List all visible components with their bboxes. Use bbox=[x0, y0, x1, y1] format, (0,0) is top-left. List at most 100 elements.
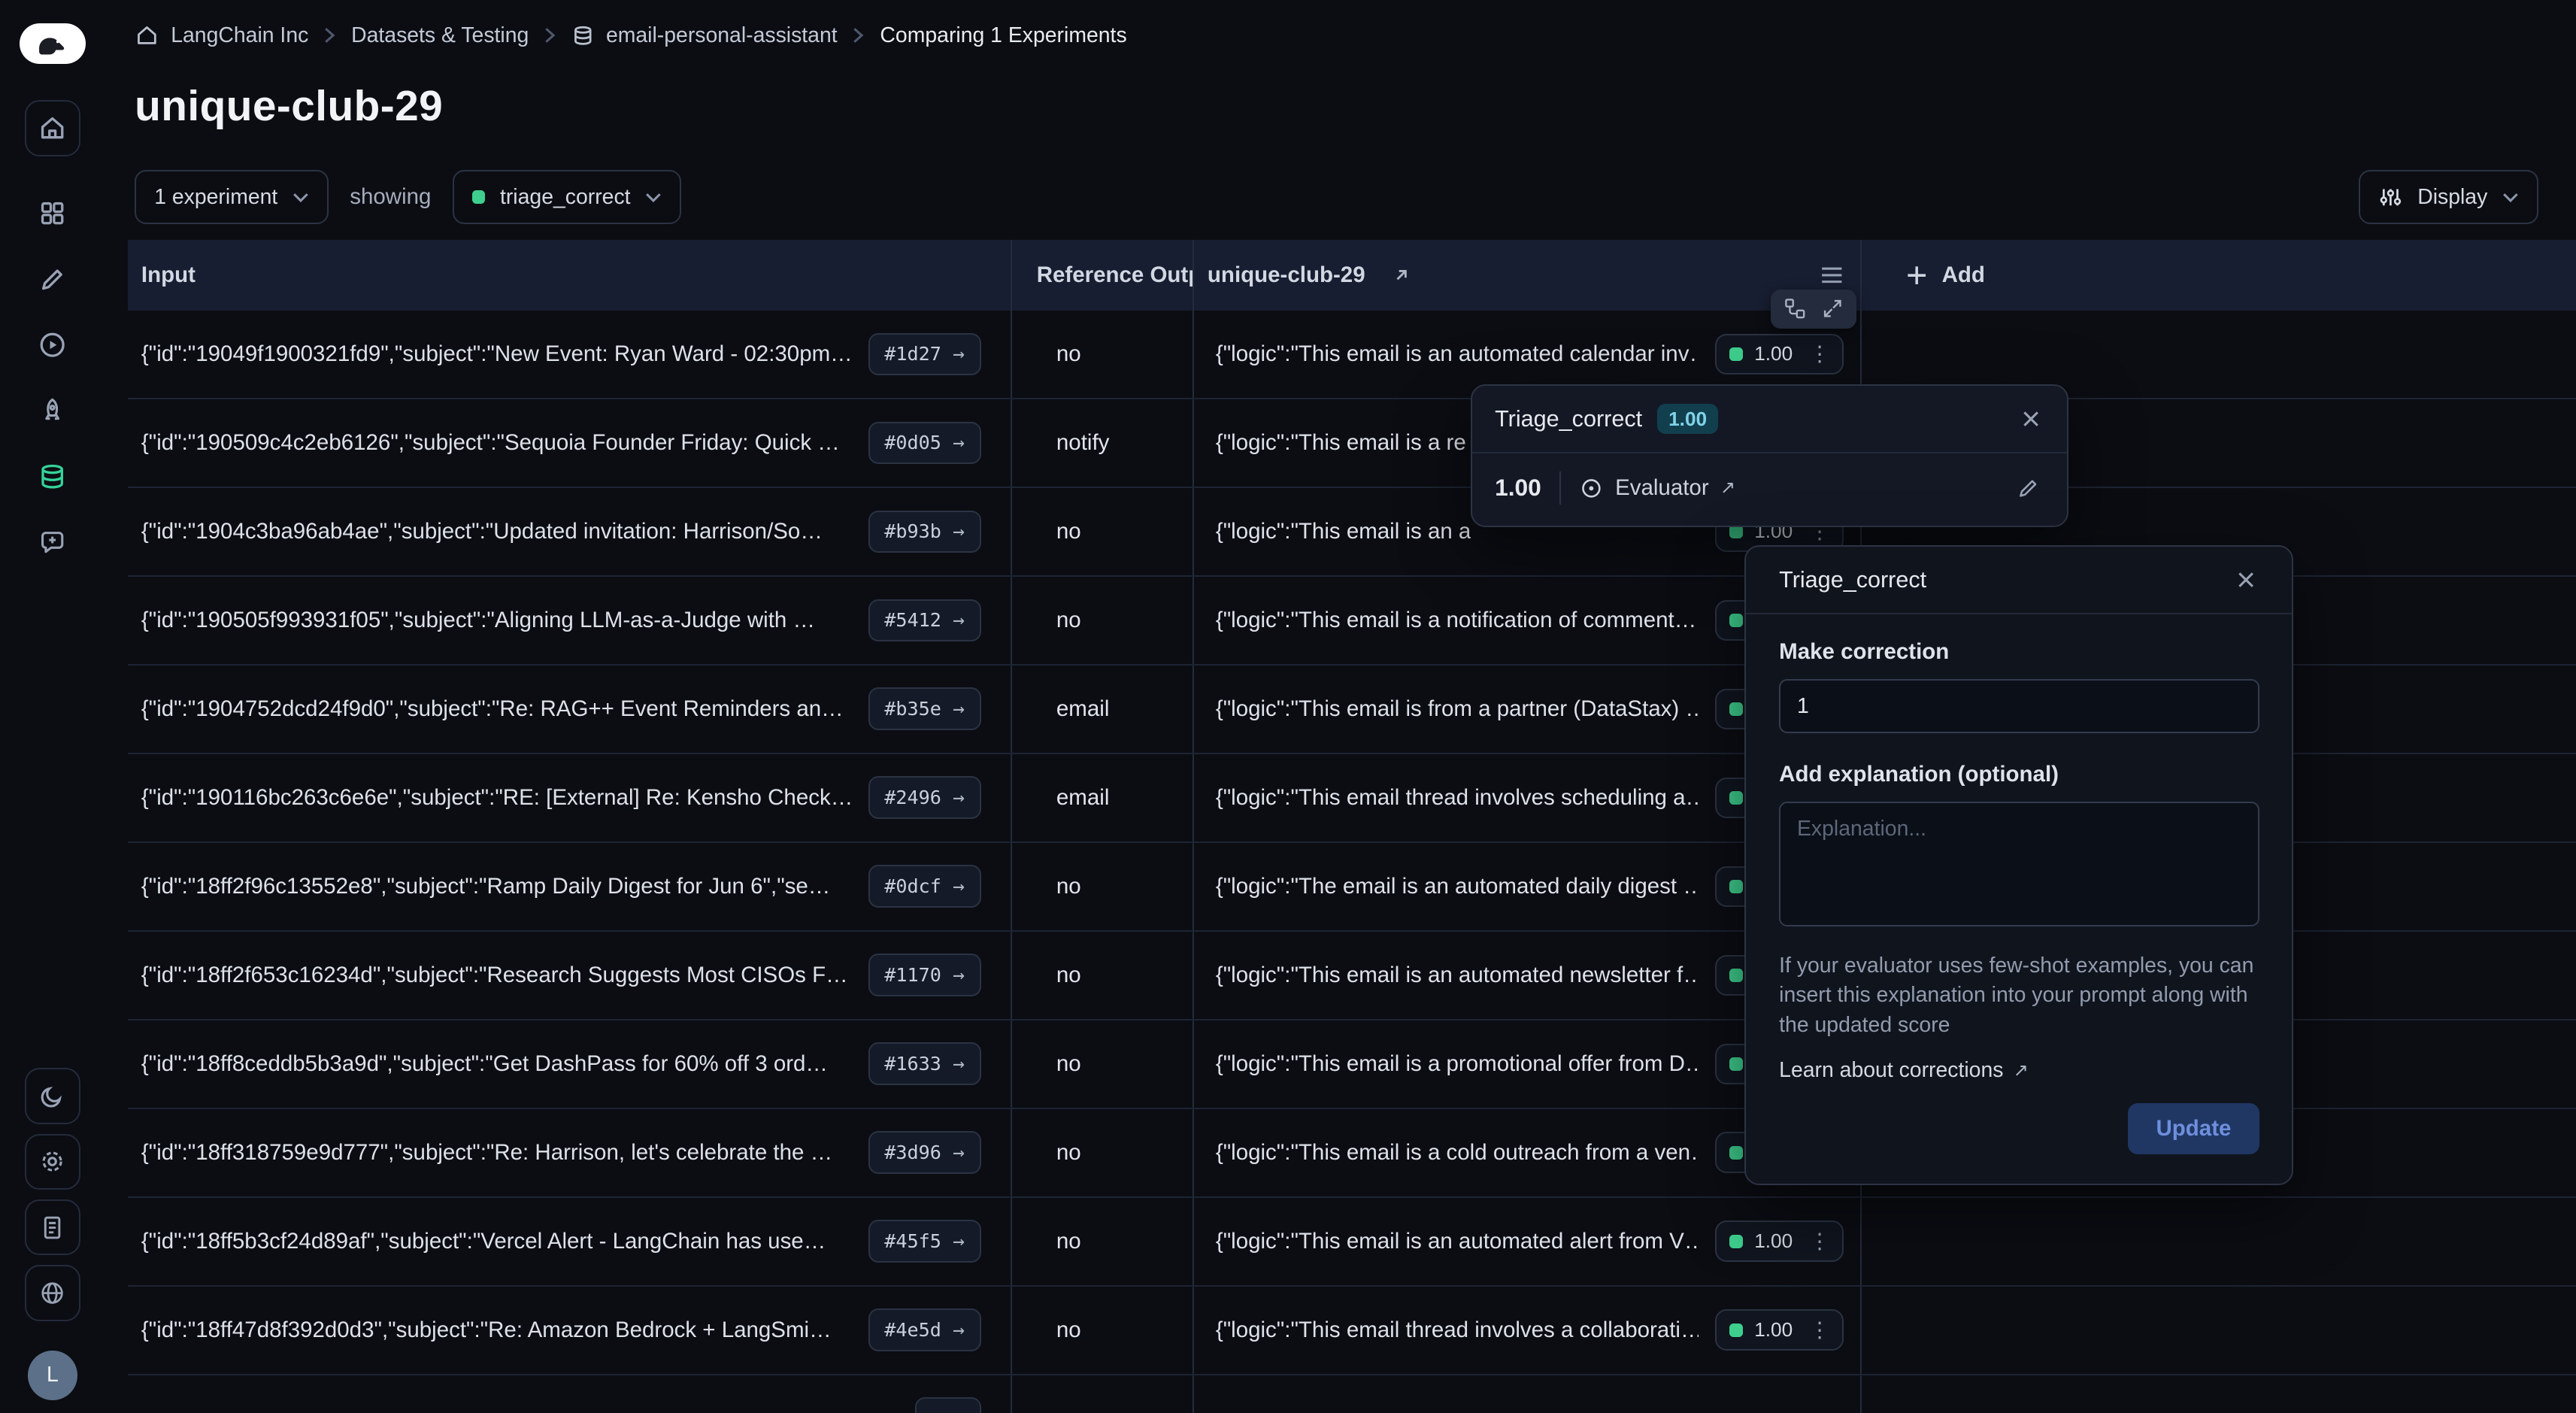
home-nav-button[interactable] bbox=[25, 100, 80, 156]
open-trace-icon[interactable] bbox=[1784, 297, 1807, 320]
table-row[interactable]: → ⋮ bbox=[128, 1375, 2576, 1413]
score-dot bbox=[1729, 880, 1742, 893]
row-id-badge[interactable]: #0d05→ bbox=[868, 422, 981, 465]
chevron-right-icon bbox=[544, 26, 556, 44]
evaluator-link[interactable]: Evaluator ↗ bbox=[1579, 475, 1735, 501]
database-icon bbox=[571, 24, 595, 47]
chevron-down-icon bbox=[645, 193, 662, 202]
row-id-badge[interactable]: #b35e→ bbox=[868, 687, 981, 730]
explanation-textarea[interactable] bbox=[1779, 802, 2259, 926]
row-id-badge[interactable]: #1170→ bbox=[868, 954, 981, 996]
kebab-menu-icon[interactable]: ⋮ bbox=[1805, 1320, 1835, 1341]
external-link-icon[interactable] bbox=[1393, 267, 1410, 284]
close-button[interactable] bbox=[2233, 567, 2259, 593]
empty-cell bbox=[1862, 1287, 2576, 1374]
close-icon bbox=[2021, 409, 2041, 429]
score-dot bbox=[1729, 347, 1742, 360]
input-cell: {"id":"190116bc263c6e6e","subject":"RE: … bbox=[128, 754, 1012, 841]
row-id-badge[interactable]: #b93b→ bbox=[868, 511, 981, 553]
arrow-right-icon: → bbox=[953, 1230, 965, 1253]
row-id-badge[interactable]: #1d27→ bbox=[868, 333, 981, 376]
expand-icon[interactable] bbox=[1821, 297, 1844, 320]
table-row[interactable]: {"id":"18ff5b3cf24d89af","subject":"Verc… bbox=[128, 1198, 2576, 1287]
arrow-right-icon: → bbox=[953, 1142, 965, 1164]
correction-popover-title: Triage_correct bbox=[1779, 567, 1926, 593]
row-id-badge[interactable]: #0dcf→ bbox=[868, 865, 981, 908]
kebab-menu-icon[interactable]: ⋮ bbox=[1805, 344, 1835, 365]
close-button[interactable] bbox=[2017, 406, 2044, 432]
empty-cell bbox=[1862, 1375, 2576, 1413]
table-row[interactable]: {"id":"19049f1900321fd9","subject":"New … bbox=[128, 311, 2576, 399]
kebab-menu-icon[interactable]: ⋮ bbox=[1805, 1231, 1835, 1252]
breadcrumb-datasets[interactable]: Datasets & Testing bbox=[351, 23, 529, 48]
langchain-logo-icon[interactable] bbox=[20, 23, 85, 65]
row-id-badge[interactable]: → bbox=[915, 1397, 980, 1413]
update-button[interactable]: Update bbox=[2128, 1103, 2259, 1154]
sidebar-bottom: L bbox=[25, 1068, 80, 1399]
score-dot bbox=[1729, 1324, 1742, 1336]
arrow-right-icon: → bbox=[953, 609, 965, 632]
score-pill[interactable]: 1.00 ⋮ bbox=[1715, 1309, 1844, 1351]
breadcrumb-org[interactable]: LangChain Inc bbox=[135, 23, 308, 48]
settings-button[interactable] bbox=[25, 1134, 80, 1190]
sidebar-nav bbox=[25, 186, 80, 570]
sidebar: L bbox=[0, 0, 105, 1413]
user-avatar[interactable]: L bbox=[28, 1351, 77, 1400]
input-cell-text: {"id":"18ff2f653c16234d","subject":"Rese… bbox=[141, 963, 848, 988]
feedback-selector[interactable]: triage_correct bbox=[453, 170, 681, 224]
reference-cell: no bbox=[1012, 1109, 1195, 1196]
page-title: unique-club-29 bbox=[135, 82, 443, 131]
score-popover-header: Triage_correct 1.00 bbox=[1472, 386, 2067, 453]
column-header-experiment[interactable]: unique-club-29 bbox=[1194, 240, 1861, 311]
row-id-badge[interactable]: #2496→ bbox=[868, 776, 981, 819]
score-dot bbox=[1729, 1146, 1742, 1159]
evaluator-icon bbox=[1579, 476, 1604, 501]
row-id-badge[interactable]: #1633→ bbox=[868, 1042, 981, 1085]
docs-button[interactable] bbox=[25, 1199, 80, 1255]
input-cell: {"id":"1904c3ba96ab4ae","subject":"Updat… bbox=[128, 488, 1012, 575]
web-button[interactable] bbox=[25, 1265, 80, 1321]
prompts-nav-button[interactable] bbox=[25, 514, 80, 570]
score-dot bbox=[1729, 791, 1742, 804]
score-value: 1.00 bbox=[1495, 474, 1541, 502]
display-button[interactable]: Display bbox=[2359, 170, 2538, 224]
experiment-selector[interactable]: 1 experiment bbox=[135, 170, 329, 224]
make-correction-label: Make correction bbox=[1779, 639, 2259, 665]
row-id-badge[interactable]: #5412→ bbox=[868, 599, 981, 642]
home-icon bbox=[135, 23, 159, 48]
theme-toggle-button[interactable] bbox=[25, 1068, 80, 1123]
annotation-nav-button[interactable] bbox=[25, 251, 80, 307]
arrow-right-icon: → bbox=[953, 1319, 965, 1342]
correction-input[interactable] bbox=[1779, 679, 2259, 733]
input-cell-text: {"id":"18ff8ceddb5b3a9d","subject":"Get … bbox=[141, 1051, 828, 1077]
gear-icon bbox=[38, 1148, 66, 1175]
correction-helper-text: If your evaluator uses few-shot examples… bbox=[1779, 951, 2259, 1040]
learn-corrections-link[interactable]: Learn about corrections ↗ bbox=[1779, 1058, 2029, 1083]
output-cell-text: {"logic":"This email is a re bbox=[1216, 430, 1466, 456]
apps-nav-button[interactable] bbox=[25, 186, 80, 241]
arrow-right-icon: → bbox=[953, 875, 965, 898]
breadcrumb: LangChain Inc Datasets & Testing email-p… bbox=[135, 23, 1126, 48]
plus-icon bbox=[1906, 265, 1927, 286]
input-cell-text: {"id":"1904c3ba96ab4ae","subject":"Updat… bbox=[141, 519, 823, 544]
grid-icon bbox=[38, 199, 67, 228]
playground-nav-button[interactable] bbox=[25, 317, 80, 373]
breadcrumb-dataset[interactable]: email-personal-assistant bbox=[571, 23, 838, 48]
edit-correction-button[interactable] bbox=[2013, 472, 2044, 503]
row-id-badge[interactable]: #3d96→ bbox=[868, 1131, 981, 1174]
sliders-icon bbox=[2378, 185, 2403, 210]
column-header-reference[interactable]: Reference Output bbox=[1012, 240, 1195, 311]
row-id-badge[interactable]: #45f5→ bbox=[868, 1220, 981, 1263]
column-header-input[interactable]: Input bbox=[128, 240, 1012, 311]
score-pill[interactable]: 1.00 ⋮ bbox=[1715, 334, 1844, 375]
score-pill[interactable]: 1.00 ⋮ bbox=[1715, 1220, 1844, 1262]
add-experiment-button[interactable]: Add bbox=[1862, 240, 2576, 311]
deployments-nav-button[interactable] bbox=[25, 383, 80, 438]
output-cell-text: {"logic":"This email is a cold outreach … bbox=[1216, 1140, 1699, 1166]
row-id-badge[interactable]: #4e5d→ bbox=[868, 1308, 981, 1351]
table-row[interactable]: {"id":"18ff47d8f392d0d3","subject":"Re: … bbox=[128, 1287, 2576, 1375]
datasets-nav-button[interactable] bbox=[25, 448, 80, 504]
column-menu-icon[interactable] bbox=[1820, 267, 1844, 284]
table-row[interactable]: {"id":"190509c4c2eb6126","subject":"Sequ… bbox=[128, 399, 2576, 488]
arrow-right-icon: → bbox=[953, 1053, 965, 1075]
